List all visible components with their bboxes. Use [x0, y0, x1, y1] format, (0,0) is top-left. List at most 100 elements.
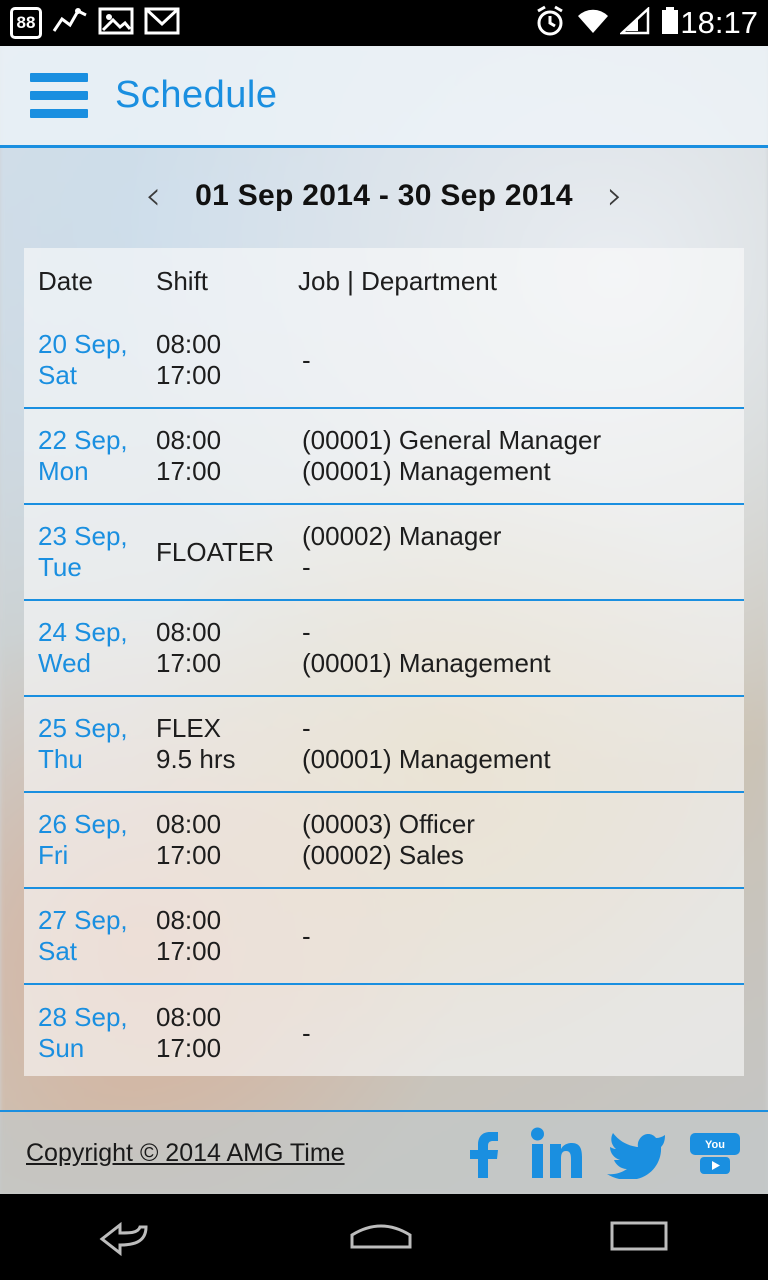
- row-shift: 08:00 17:00: [156, 329, 298, 391]
- row-date-weekday: Mon: [38, 456, 89, 486]
- row-department: (00001) Management: [302, 744, 551, 774]
- row-date: 23 Sep, Tue: [38, 521, 156, 583]
- next-period-arrow-icon[interactable]: ›: [597, 176, 633, 216]
- recents-nav-icon[interactable]: [604, 1213, 674, 1262]
- row-department: (00001) Management: [302, 456, 551, 486]
- row-date: 25 Sep, Thu: [38, 713, 156, 775]
- row-date: 28 Sep, Sun: [38, 1002, 156, 1064]
- facebook-icon[interactable]: [460, 1126, 506, 1180]
- row-job: -: [302, 344, 311, 375]
- row-date-weekday: Fri: [38, 840, 69, 870]
- row-date-day: 25 Sep,: [38, 713, 128, 743]
- row-shift-end: 17:00: [156, 360, 222, 390]
- youtube-icon[interactable]: You: [688, 1129, 742, 1177]
- cellular-signal-icon: [619, 5, 650, 40]
- table-row[interactable]: 20 Sep, Sat 08:00 17:00 -: [24, 313, 744, 409]
- row-shift-end: 9.5 hrs: [156, 744, 236, 774]
- row-job-department: - (00001) Management: [298, 617, 730, 679]
- gmail-icon: [144, 6, 180, 41]
- row-job: (00003) Officer: [302, 809, 475, 839]
- row-job-department: -: [298, 345, 730, 376]
- column-header-job-department: Job | Department: [298, 266, 497, 296]
- table-row[interactable]: 25 Sep, Thu FLEX 9.5 hrs - (00001) Manag…: [24, 697, 744, 793]
- row-date-day: 22 Sep,: [38, 425, 128, 455]
- android-nav-bar: [0, 1194, 768, 1280]
- signal-chart-icon: [52, 5, 88, 42]
- home-nav-icon[interactable]: [346, 1213, 416, 1262]
- back-nav-icon[interactable]: [94, 1213, 158, 1262]
- row-job: (00001) General Manager: [302, 425, 602, 455]
- table-header-row: Date Shift Job | Department: [24, 248, 744, 313]
- row-date-weekday: Thu: [38, 744, 83, 774]
- date-range-navigator: ‹ 01 Sep 2014 - 30 Sep 2014 ›: [0, 148, 768, 244]
- row-date: 20 Sep, Sat: [38, 329, 156, 391]
- status-bar-right-icons: [534, 5, 680, 42]
- app-header: Schedule: [0, 46, 768, 148]
- table-row[interactable]: 24 Sep, Wed 08:00 17:00 - (00001) Manage…: [24, 601, 744, 697]
- app-content: Schedule ‹ 01 Sep 2014 - 30 Sep 2014 › D…: [0, 46, 768, 1194]
- row-date-weekday: Sun: [38, 1033, 85, 1063]
- row-job-department: (00001) General Manager (00001) Manageme…: [298, 425, 730, 487]
- row-date-day: 24 Sep,: [38, 617, 128, 647]
- row-date-day: 20 Sep,: [38, 329, 128, 359]
- android-device-screen: 88 18:17 Schedule ‹ 01 Sep 2014 - 30 Sep…: [0, 0, 768, 1280]
- row-department: (00002) Sales: [302, 840, 464, 870]
- hamburger-bar: [30, 109, 88, 118]
- row-shift: 08:00 17:00: [156, 425, 298, 487]
- row-date: 22 Sep, Mon: [38, 425, 156, 487]
- copyright-link[interactable]: Copyright © 2014 AMG Time: [26, 1139, 345, 1168]
- schedule-table: Date Shift Job | Department 20 Sep, Sat …: [24, 248, 744, 1076]
- twitter-icon[interactable]: [606, 1127, 666, 1179]
- notification-badge-icon: 88: [10, 7, 42, 39]
- row-date-day: 23 Sep,: [38, 521, 128, 551]
- row-date-weekday: Wed: [38, 648, 91, 678]
- row-date: 24 Sep, Wed: [38, 617, 156, 679]
- table-row[interactable]: 28 Sep, Sun 08:00 17:00 -: [24, 985, 744, 1076]
- row-shift-start: FLOATER: [156, 536, 274, 567]
- table-row[interactable]: 26 Sep, Fri 08:00 17:00 (00003) Officer …: [24, 793, 744, 889]
- row-shift-start: 08:00: [156, 905, 222, 935]
- wifi-icon: [576, 7, 610, 40]
- hamburger-bar: [30, 91, 88, 100]
- column-header-date: Date: [38, 266, 93, 296]
- previous-period-arrow-icon[interactable]: ‹: [135, 176, 171, 216]
- row-job: -: [302, 920, 311, 951]
- row-job-department: -: [298, 921, 730, 952]
- row-date-day: 26 Sep,: [38, 809, 128, 839]
- battery-icon: [660, 6, 680, 41]
- alarm-icon: [534, 5, 566, 42]
- row-shift: 08:00 17:00: [156, 809, 298, 871]
- row-shift-start: 08:00: [156, 329, 222, 359]
- row-job-department: -: [298, 1018, 730, 1049]
- row-shift-end: 17:00: [156, 1033, 222, 1063]
- row-date-weekday: Sat: [38, 360, 78, 390]
- table-row[interactable]: 27 Sep, Sat 08:00 17:00 -: [24, 889, 744, 985]
- row-department: (00001) Management: [302, 648, 551, 678]
- row-job-department: (00003) Officer (00002) Sales: [298, 809, 730, 871]
- row-shift-start: FLEX: [156, 713, 222, 743]
- row-shift-start: 08:00: [156, 809, 222, 839]
- row-job-department: (00002) Manager -: [298, 521, 730, 583]
- image-icon: [98, 6, 134, 41]
- linkedin-icon[interactable]: [528, 1126, 584, 1180]
- row-date-weekday: Sat: [38, 936, 78, 966]
- svg-text:You: You: [705, 1139, 725, 1151]
- row-shift-end: 17:00: [156, 936, 222, 966]
- hamburger-menu-icon[interactable]: [30, 73, 88, 118]
- row-shift: FLEX 9.5 hrs: [156, 713, 298, 775]
- row-date-day: 27 Sep,: [38, 905, 128, 935]
- table-row[interactable]: 22 Sep, Mon 08:00 17:00 (00001) General …: [24, 409, 744, 505]
- row-shift-start: 08:00: [156, 425, 222, 455]
- row-shift-start: 08:00: [156, 617, 222, 647]
- table-row[interactable]: 23 Sep, Tue FLOATER (00002) Manager -: [24, 505, 744, 601]
- row-shift: 08:00 17:00: [156, 617, 298, 679]
- app-footer: Copyright © 2014 AMG Time You: [0, 1110, 768, 1194]
- row-shift-end: 17:00: [156, 840, 222, 870]
- date-range-label: 01 Sep 2014 - 30 Sep 2014: [195, 179, 573, 212]
- row-date: 27 Sep, Sat: [38, 905, 156, 967]
- row-department: -: [302, 552, 311, 582]
- row-shift: 08:00 17:00: [156, 1002, 298, 1064]
- row-shift-end: 17:00: [156, 648, 222, 678]
- hamburger-bar: [30, 73, 88, 82]
- status-bar: 88 18:17: [0, 0, 768, 46]
